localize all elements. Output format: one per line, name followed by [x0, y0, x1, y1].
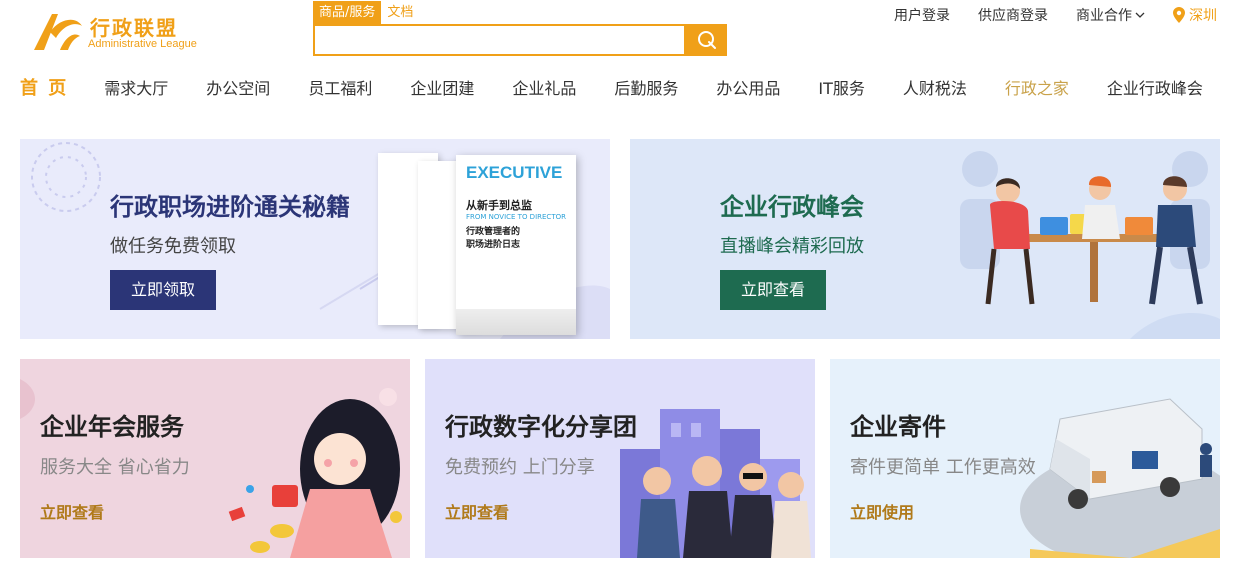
search-tab-docs[interactable]: 文档	[381, 1, 419, 24]
search-button[interactable]	[686, 24, 727, 56]
banner-title: 行政数字化分享团	[445, 413, 637, 441]
business-coop-label: 商业合作	[1076, 8, 1132, 24]
nav-demand-hall[interactable]: 需求大厅	[104, 78, 168, 100]
banner-title: 企业行政峰会	[720, 193, 864, 221]
banner-title: 行政职场进阶通关秘籍	[110, 193, 350, 221]
city-selector[interactable]: 深圳	[1173, 5, 1217, 25]
banner-subtitle: 寄件更简单 工作更高效	[850, 457, 1036, 478]
search-input[interactable]	[315, 26, 684, 54]
chevron-down-icon	[1135, 12, 1145, 18]
book-sub-title: FROM NOVICE TO DIRECTOR	[466, 213, 566, 221]
nav-home[interactable]: 首 页	[20, 78, 68, 100]
nav-team-building[interactable]: 企业团建	[410, 78, 474, 100]
banner-subtitle: 服务大全 省心省力	[40, 457, 190, 478]
main-nav: 首 页 需求大厅 办公空间 员工福利 企业团建 企业礼品 后勤服务 办公用品 I…	[20, 78, 1203, 100]
book-cover: EXECUTIVE 从新手到总监 FROM NOVICE TO DIRECTOR…	[456, 155, 576, 335]
meeting-illustration	[960, 151, 1220, 339]
logo-mark-icon	[34, 14, 82, 50]
banner-admin-summit[interactable]: 企业行政峰会 直播峰会精彩回放 立即查看	[630, 139, 1220, 339]
search-tabs: 商品/服务 文档	[313, 1, 419, 24]
banner-digital-team[interactable]: 行政数字化分享团 免费预约 上门分享 立即查看	[425, 359, 815, 558]
logo[interactable]: 行政联盟 Administrative League	[30, 8, 220, 58]
banner-career-guide[interactable]: 行政职场进阶通关秘籍 做任务免费领取 立即领取 EXECUTIVE 从新手到总监…	[20, 139, 610, 339]
user-login-link[interactable]: 用户登录	[894, 5, 950, 25]
view-now-link[interactable]: 立即查看	[445, 499, 509, 523]
banner-express-mail[interactable]: 企业寄件 寄件更简单 工作更高效 立即使用	[830, 359, 1220, 558]
city-label: 深圳	[1189, 8, 1217, 24]
location-pin-icon	[1173, 7, 1185, 23]
banner-title: 企业年会服务	[40, 413, 184, 441]
book-cn-title: 从新手到总监	[466, 199, 532, 212]
nav-corporate-gifts[interactable]: 企业礼品	[512, 78, 576, 100]
search-box	[313, 24, 686, 56]
business-coop-link[interactable]: 商业合作	[1076, 5, 1145, 25]
nav-admin-home[interactable]: 行政之家	[1005, 78, 1069, 100]
nav-logistics[interactable]: 后勤服务	[614, 78, 678, 100]
banner-title: 企业寄件	[850, 413, 946, 441]
nav-it-services[interactable]: IT服务	[818, 78, 865, 100]
nav-admin-summit[interactable]: 企业行政峰会	[1107, 78, 1203, 100]
nav-office-supplies[interactable]: 办公用品	[716, 78, 780, 100]
claim-now-button[interactable]: 立即领取	[110, 270, 216, 310]
book-cn-line: 行政管理者的	[466, 227, 521, 237]
nav-employee-benefits[interactable]: 员工福利	[308, 78, 372, 100]
nav-hr-finance-legal[interactable]: 人财税法	[903, 78, 967, 100]
top-links: 用户登录 供应商登录 商业合作 深圳	[866, 5, 1217, 25]
logo-text: 行政联盟	[90, 16, 178, 40]
banner-subtitle: 免费预约 上门分享	[445, 457, 595, 478]
supplier-login-link[interactable]: 供应商登录	[978, 5, 1048, 25]
search-tab-goods[interactable]: 商品/服务	[313, 1, 382, 24]
banner-subtitle: 直播峰会精彩回放	[720, 236, 864, 257]
view-now-button[interactable]: 立即查看	[720, 270, 826, 310]
use-now-link[interactable]: 立即使用	[850, 499, 914, 523]
banner-subtitle: 做任务免费领取	[110, 236, 236, 257]
banner-annual-party[interactable]: 企业年会服务 服务大全 省心省力 立即查看	[20, 359, 410, 558]
search-icon	[697, 31, 716, 49]
book-en-title: EXECUTIVE	[466, 163, 563, 182]
nav-office-space[interactable]: 办公空间	[206, 78, 270, 100]
logo-subtitle: Administrative League	[88, 38, 197, 50]
book-cn-line: 职场进阶日志	[466, 240, 521, 250]
view-now-link[interactable]: 立即查看	[40, 499, 104, 523]
